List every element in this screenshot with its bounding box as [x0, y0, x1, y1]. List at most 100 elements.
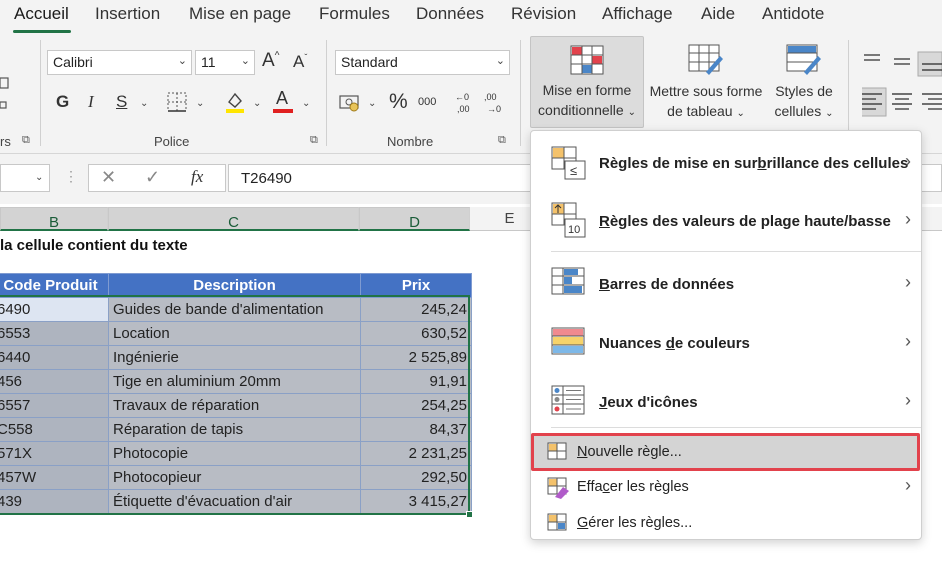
color-scales-icon: [551, 327, 585, 355]
alignment-icons[interactable]: [862, 50, 942, 130]
tab-antidote[interactable]: Antidote: [762, 4, 824, 24]
cell[interactable]: Photocopie: [108, 441, 361, 466]
cell-styles-button[interactable]: Styles de cellules ⌄: [768, 36, 840, 128]
cell[interactable]: 630,52: [360, 321, 472, 346]
menu-item-new-rule[interactable]: Nouvelle règle...: [531, 435, 921, 469]
menu-item-manage-rules[interactable]: Gérer les règles...: [531, 507, 921, 541]
tab-mise-en-page[interactable]: Mise en page: [189, 4, 291, 24]
cell[interactable]: C558: [0, 417, 109, 442]
group-label-police: Police: [154, 134, 190, 149]
tab-formules[interactable]: Formules: [319, 4, 390, 24]
insert-function-icon[interactable]: fx: [191, 167, 203, 187]
cell[interactable]: 84,37: [360, 417, 472, 442]
chevron-down-icon[interactable]: ⌄: [140, 98, 148, 109]
police-launcher-icon[interactable]: ⧉: [310, 134, 318, 147]
cell[interactable]: 6557: [0, 393, 109, 418]
cell[interactable]: Guides de bande d'alimentation: [108, 297, 361, 322]
italic-button[interactable]: I: [88, 92, 94, 112]
font-color-icon[interactable]: A: [276, 88, 288, 109]
tab-affichage[interactable]: Affichage: [602, 4, 673, 24]
cell[interactable]: 254,25: [360, 393, 472, 418]
cell[interactable]: 439: [0, 489, 109, 514]
tab-donnees[interactable]: Données: [416, 4, 484, 24]
data-bars-icon: [551, 267, 585, 295]
cancel-icon[interactable]: ✕: [101, 167, 116, 188]
tab-aide[interactable]: Aide: [701, 4, 735, 24]
chevron-down-icon[interactable]: ⌄: [368, 98, 376, 109]
chevron-down-icon[interactable]: ⌄: [253, 98, 261, 109]
decrease-decimal-icon[interactable]: ,00 →0: [483, 90, 509, 116]
cell[interactable]: 2 231,25: [360, 441, 472, 466]
tab-insertion[interactable]: Insertion: [95, 4, 160, 24]
cell[interactable]: Étiquette d'évacuation d'air: [108, 489, 361, 514]
group-label-nombre: Nombre: [387, 134, 434, 149]
currency-format-icon[interactable]: [339, 92, 361, 112]
font-color-swatch: [273, 109, 293, 113]
borders-icon[interactable]: [167, 92, 189, 112]
header-description[interactable]: Description: [108, 273, 361, 298]
header-prix[interactable]: Prix: [360, 273, 472, 298]
tab-accueil[interactable]: Accueil: [14, 4, 69, 24]
active-cell[interactable]: 6490: [0, 297, 109, 322]
fill-color-icon[interactable]: [224, 90, 246, 114]
enter-icon[interactable]: ✓: [145, 167, 160, 188]
menu-item-highlight-rules[interactable]: ≤ Règles de mise en surbrillance des cel…: [531, 143, 921, 185]
table-row: 571X Photocopie 2 231,25: [0, 441, 472, 466]
menu-item-clear-rules[interactable]: Effacer les règles ›: [531, 471, 921, 505]
underline-button[interactable]: S: [116, 92, 127, 112]
header-code-produit[interactable]: Code Produit: [0, 273, 109, 298]
thousands-separator-button[interactable]: 000: [418, 96, 436, 108]
column-header-c[interactable]: C: [108, 207, 359, 231]
conditional-formatting-button[interactable]: Mise en forme conditionnelle ⌄: [530, 36, 644, 128]
font-size-select[interactable]: 11 ⌄: [195, 50, 255, 75]
cell[interactable]: 457W: [0, 465, 109, 490]
cell[interactable]: 292,50: [360, 465, 472, 490]
tab-revision[interactable]: Révision: [511, 4, 576, 24]
svg-text:,00: ,00: [457, 104, 470, 114]
number-format-select[interactable]: Standard ⌄: [335, 50, 510, 75]
nombre-launcher-icon[interactable]: ⧉: [498, 134, 506, 147]
column-header-d[interactable]: D: [359, 207, 470, 231]
paste-partial-icon[interactable]: [0, 76, 12, 116]
drag-handle-icon[interactable]: ⋮: [64, 168, 78, 185]
shrink-font-icon[interactable]: Aˇ: [293, 52, 307, 72]
fill-handle[interactable]: [466, 511, 473, 518]
formula-controls: ✕ ✓ fx: [88, 164, 226, 192]
menu-item-icon-sets[interactable]: Jeux d'icônes ›: [531, 381, 921, 423]
cell[interactable]: 571X: [0, 441, 109, 466]
chevron-down-icon[interactable]: ⌄: [196, 98, 204, 109]
table-row: 6553 Location 630,52: [0, 321, 472, 346]
name-box[interactable]: ⌄: [0, 164, 50, 192]
table-row: C558 Réparation de tapis 84,37: [0, 417, 472, 442]
format-as-table-button[interactable]: Mettre sous forme de tableau ⌄: [645, 36, 767, 128]
cell[interactable]: Réparation de tapis: [108, 417, 361, 442]
menu-item-data-bars[interactable]: Barres de données ›: [531, 263, 921, 305]
menu-item-color-scales[interactable]: Nuances de couleurs ›: [531, 323, 921, 365]
column-header-b[interactable]: B: [0, 207, 108, 231]
percent-button[interactable]: %: [389, 90, 408, 114]
bold-button[interactable]: G: [56, 92, 69, 112]
grow-font-icon[interactable]: A^: [262, 50, 279, 72]
chevron-down-icon: ⌄: [35, 172, 44, 183]
cell[interactable]: Tige en aluminium 20mm: [108, 369, 361, 394]
ribbon-tab-bar: Accueil Insertion Mise en page Formules …: [0, 0, 942, 36]
cell[interactable]: 2 525,89: [360, 345, 472, 370]
increase-decimal-icon[interactable]: ←0 ,00: [453, 90, 479, 116]
font-name-select[interactable]: Calibri ⌄: [47, 50, 192, 75]
cell[interactable]: 245,24: [360, 297, 472, 322]
cell[interactable]: 91,91: [360, 369, 472, 394]
chevron-right-icon: ›: [905, 151, 911, 171]
cell[interactable]: Location: [108, 321, 361, 346]
cell[interactable]: Photocopieur: [108, 465, 361, 490]
chevron-down-icon: ⌄: [240, 55, 250, 67]
svg-text:10: 10: [568, 224, 580, 236]
cell[interactable]: Ingénierie: [108, 345, 361, 370]
cell[interactable]: Travaux de réparation: [108, 393, 361, 418]
chevron-down-icon[interactable]: ⌄: [302, 98, 310, 109]
cell[interactable]: 6440: [0, 345, 109, 370]
cell[interactable]: 3 415,27: [360, 489, 472, 514]
cell[interactable]: 456: [0, 369, 109, 394]
clipboard-launcher-icon[interactable]: ⧉: [22, 134, 30, 147]
cell[interactable]: 6553: [0, 321, 109, 346]
menu-item-top-bottom-rules[interactable]: 10 Règles des valeurs de plage haute/bas…: [531, 199, 921, 245]
